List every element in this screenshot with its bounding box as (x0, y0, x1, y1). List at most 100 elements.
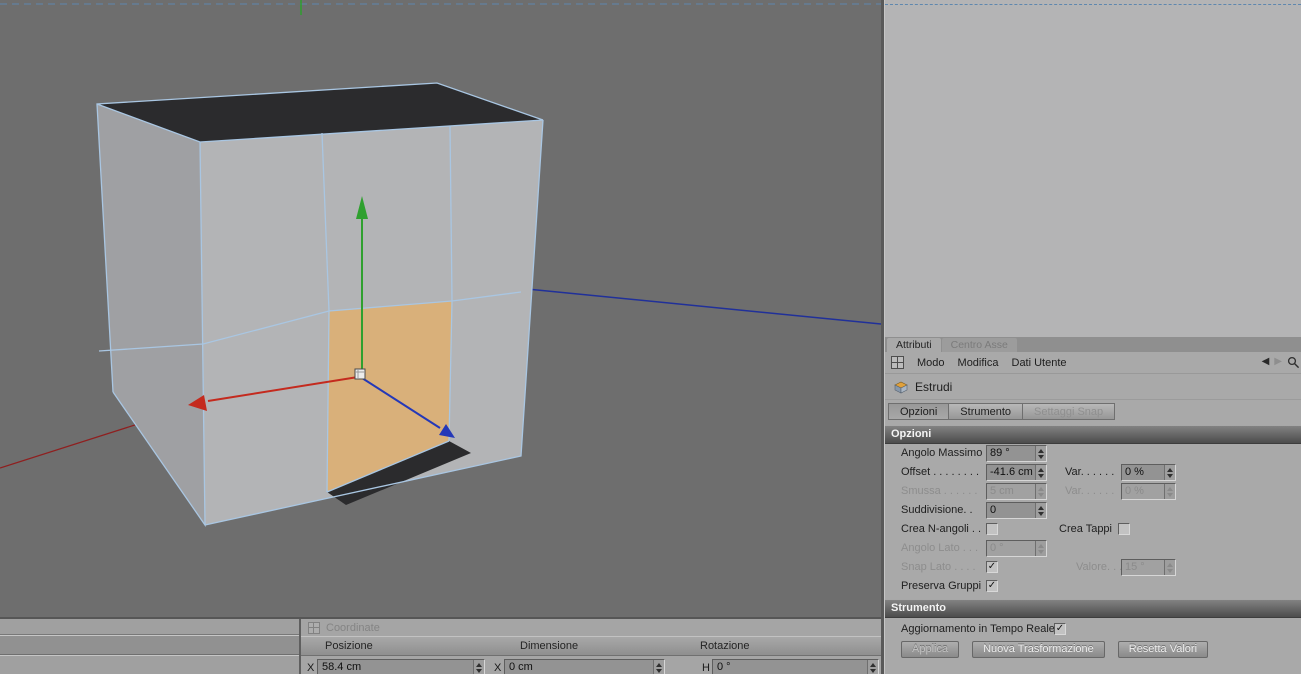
attribute-manager: Attributi Centro Asse Modo Modifica Dati… (885, 337, 1301, 674)
applica-button[interactable]: Applica (901, 641, 960, 658)
subtab-settaggi-snap[interactable]: Settaggi Snap (1022, 402, 1116, 420)
smussa-var-input: 0 % (1121, 483, 1176, 500)
offset-var-value[interactable]: 0 % (1122, 465, 1164, 480)
menu-modo[interactable]: Modo (917, 357, 945, 369)
tab-centro-asse[interactable]: Centro Asse (941, 338, 1017, 352)
safe-frame-dashed-line (885, 4, 1301, 5)
bottom-left-bar-2 (0, 635, 299, 655)
attribute-subtab-bar: Opzioni Strumento Settaggi Snap (885, 400, 1301, 422)
bottom-left-panel (0, 619, 299, 674)
angolo-massimo-input[interactable]: 89 ° (986, 445, 1047, 462)
coordinate-title: Coordinate (326, 621, 380, 634)
subtab-strumento[interactable]: Strumento (948, 402, 1024, 420)
snap-lato-checkbox[interactable] (986, 561, 998, 573)
rotazione-h-value[interactable]: 0 ° (713, 660, 867, 674)
preserva-gruppi-label: Preserva Gruppi (901, 580, 982, 592)
valore-input: 15 ° (1121, 559, 1176, 576)
field-row-tempo-reale: Aggiornamento in Tempo Reale (885, 618, 1301, 638)
viewport-canvas[interactable] (0, 0, 881, 617)
dimensione-x-stepper[interactable] (653, 660, 664, 674)
subtab-opzioni[interactable]: Opzioni (888, 402, 950, 420)
history-back-icon[interactable]: ◀ (1262, 355, 1270, 369)
posizione-x-stepper[interactable] (473, 660, 484, 674)
dimensione-x-value[interactable]: 0 cm (505, 660, 653, 674)
smussa-var-stepper (1164, 484, 1175, 499)
offset-var-input[interactable]: 0 % (1121, 464, 1176, 481)
offset-label: Offset . . . . . . . . (901, 466, 980, 478)
coordinate-column-bar: Posizione Dimensione Rotazione (301, 636, 881, 656)
offset-value[interactable]: -41.6 cm (987, 465, 1035, 480)
column-posizione: Posizione (325, 640, 373, 652)
suddivisione-input[interactable]: 0 (986, 502, 1047, 519)
posizione-x-input[interactable]: 58.4 cm (317, 659, 485, 674)
application-window: Attributi Centro Asse Modo Modifica Dati… (0, 0, 1301, 674)
world-z-axis-line (526, 288, 881, 325)
coordinate-header: Coordinate (301, 619, 881, 636)
snap-lato-label: Snap Lato . . . . (901, 561, 976, 573)
column-rotazione: Rotazione (700, 640, 750, 652)
crea-nangoli-checkbox[interactable] (986, 523, 998, 535)
section-header-strumento[interactable]: Strumento (885, 599, 1301, 618)
coordinate-input-row: X 58.4 cm X 0 cm H 0 ° (301, 656, 881, 674)
rotazione-h-input[interactable]: 0 ° (712, 659, 879, 674)
offset-stepper[interactable] (1035, 465, 1046, 480)
offset-var-stepper[interactable] (1164, 465, 1175, 480)
preserva-gruppi-checkbox[interactable] (986, 580, 998, 592)
opzioni-fields: Angolo Massimo 89 ° Offset . . . . . . .… (885, 444, 1301, 596)
angolo-lato-label: Angolo Lato . . . (901, 542, 979, 554)
menu-dati-utente[interactable]: Dati Utente (1012, 357, 1067, 369)
gizmo-center-handle[interactable] (354, 368, 366, 380)
field-row-offset: Offset . . . . . . . . -41.6 cm Var. . .… (885, 463, 1301, 482)
column-dimensione: Dimensione (520, 640, 579, 652)
nuova-trasformazione-button[interactable]: Nuova Trasformazione (972, 641, 1105, 658)
dimensione-x-label: X (494, 662, 502, 674)
coordinate-manager: Coordinate Posizione Dimensione Rotazion… (301, 619, 881, 674)
crea-nangoli-label: Crea N-angoli . . (901, 523, 982, 535)
cube-face-left[interactable] (97, 104, 205, 525)
angolo-lato-input: 0 ° (986, 540, 1047, 557)
field-row-suddivisione: Suddivisione. . 0 (885, 501, 1301, 520)
bottom-left-bar-1 (0, 619, 299, 635)
angolo-massimo-value[interactable]: 89 ° (987, 446, 1035, 461)
angolo-massimo-stepper[interactable] (1035, 446, 1046, 461)
attribute-tab-bar: Attributi Centro Asse (885, 337, 1301, 352)
history-forward-icon[interactable]: ▶ (1274, 355, 1282, 369)
panel-menu-icon[interactable] (891, 356, 904, 369)
crea-tappi-label: Crea Tappi (1059, 523, 1112, 535)
field-row-smussa: Smussa . . . . . . 5 cm Var. . . . . . 0… (885, 482, 1301, 501)
search-icon[interactable] (1287, 356, 1300, 369)
resetta-valori-button[interactable]: Resetta Valori (1117, 641, 1209, 658)
active-tool-row: Estrudi (885, 374, 1301, 400)
field-row-angolo-massimo: Angolo Massimo 89 ° (885, 444, 1301, 463)
smussa-value: 5 cm (990, 485, 1014, 497)
offset-input[interactable]: -41.6 cm (986, 464, 1047, 481)
smussa-stepper (1035, 484, 1046, 499)
posizione-x-value[interactable]: 58.4 cm (318, 660, 473, 674)
field-row-crea-nangoli: Crea N-angoli . . Crea Tappi (885, 520, 1301, 539)
posizione-x-label: X (307, 662, 315, 674)
tab-attributi[interactable]: Attributi (887, 338, 941, 352)
bottom-left-bar-3 (0, 655, 299, 674)
dimensione-x-input[interactable]: 0 cm (504, 659, 665, 674)
menu-modifica[interactable]: Modifica (958, 357, 999, 369)
coordinate-panel-icon[interactable] (308, 621, 320, 634)
viewport-3d[interactable] (0, 0, 881, 617)
rotazione-h-stepper[interactable] (867, 660, 878, 674)
smussa-input: 5 cm (986, 483, 1047, 500)
tool-title: Estrudi (915, 379, 953, 394)
smussa-label: Smussa . . . . . . (901, 485, 978, 497)
suddivisione-value[interactable]: 0 (987, 503, 1035, 518)
section-header-opzioni[interactable]: Opzioni (885, 425, 1301, 444)
suddivisione-stepper[interactable] (1035, 503, 1046, 518)
field-row-preserva-gruppi: Preserva Gruppi (885, 577, 1301, 596)
crea-tappi-checkbox[interactable] (1118, 523, 1130, 535)
smussa-var-label: Var. . . . . . (1065, 485, 1115, 497)
angolo-massimo-label: Angolo Massimo (901, 447, 983, 459)
angolo-lato-value: 0 ° (990, 542, 1004, 554)
rotazione-h-label: H (702, 662, 710, 674)
offset-var-label: Var. . . . . . (1065, 466, 1115, 478)
strumento-buttons: Applica Nuova Trasformazione Resetta Val… (885, 638, 1301, 658)
tempo-reale-checkbox[interactable] (1054, 623, 1066, 635)
valore-value: 15 ° (1125, 561, 1145, 573)
attribute-menu-bar: Modo Modifica Dati Utente ◀ ▶ (885, 352, 1301, 374)
